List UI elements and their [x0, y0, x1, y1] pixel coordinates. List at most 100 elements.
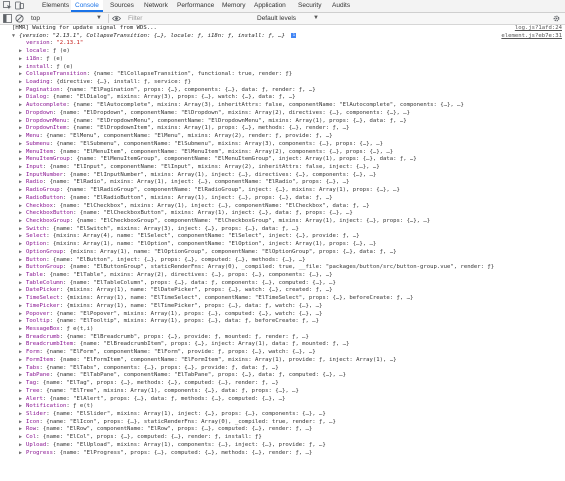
object-property-row[interactable]: ▶ RadioButton: {name: "ElRadioButton", mi…	[0, 195, 565, 203]
collapsed-triangle-icon[interactable]: ▶	[19, 372, 26, 380]
object-property-row[interactable]: ▶ Submenu: {name: "ElSubmenu", componentN…	[0, 141, 565, 149]
collapsed-triangle-icon[interactable]: ▶	[19, 442, 26, 450]
object-property-row[interactable]: ▶ Pagination: {name: "ElPagination", prop…	[0, 87, 565, 95]
collapsed-triangle-icon[interactable]: ▶	[19, 218, 26, 226]
object-property-row[interactable]: ▶ FormItem: {name: "ElFormItem", componen…	[0, 357, 565, 365]
object-property-row[interactable]: ▶ CheckboxButton: {name: "ElCheckboxButto…	[0, 210, 565, 218]
object-property-row[interactable]: ▶ Breadcrumb: {name: "ElBreadcrumb", prop…	[0, 334, 565, 342]
tab-memory[interactable]: Memory	[218, 0, 249, 12]
collapsed-triangle-icon[interactable]: ▶	[19, 172, 26, 180]
collapsed-triangle-icon[interactable]: ▶	[19, 280, 26, 288]
object-property-row[interactable]: ▶ Icon: {name: "ElIcon", props: {…}, stat…	[0, 419, 565, 427]
object-property-row[interactable]: ▶ Menu: {name: "ElMenu", componentName: "…	[0, 133, 565, 141]
collapsed-triangle-icon[interactable]: ▶	[19, 287, 26, 295]
collapsed-triangle-icon[interactable]: ▶	[19, 411, 26, 419]
object-property-row[interactable]: ▶ Popover: {name: "ElPopover", mixins: Ar…	[0, 311, 565, 319]
context-selector[interactable]: top ▼	[28, 14, 106, 23]
tab-elements[interactable]: Elements	[38, 0, 73, 12]
object-property-row[interactable]: ▶ Button: {name: "ElButton", inject: {…},…	[0, 257, 565, 265]
collapsed-triangle-icon[interactable]: ▶	[19, 303, 26, 311]
object-property-row[interactable]: ▶ Slider: {name: "ElSlider", mixins: Arra…	[0, 411, 565, 419]
tab-application[interactable]: Application	[250, 0, 290, 12]
collapsed-triangle-icon[interactable]: ▶	[19, 388, 26, 396]
log-levels-dropdown[interactable]: Default levels ▼	[257, 14, 319, 23]
collapsed-triangle-icon[interactable]: ▶	[19, 311, 26, 319]
object-property-row[interactable]: ▶ OptionGroup: {mixins: Array(1), name: "…	[0, 249, 565, 257]
device-toolbar-icon[interactable]	[15, 1, 24, 10]
collapsed-triangle-icon[interactable]: ▶	[19, 156, 26, 164]
collapsed-triangle-icon[interactable]: ▶	[19, 295, 26, 303]
object-property-row[interactable]: ▶ DropdownItem: {name: "ElDropdownItem", …	[0, 125, 565, 133]
object-property-row[interactable]: ▶ Tag: {name: "ElTag", props: {…}, method…	[0, 380, 565, 388]
object-property-row[interactable]: ▶ Table: {name: "ElTable", mixins: Array(…	[0, 272, 565, 280]
object-property-row[interactable]: ▶ TimePicker: {mixins: Array(1), name: "E…	[0, 303, 565, 311]
object-property-row[interactable]: ▶ Form: {name: "ElForm", componentName: "…	[0, 349, 565, 357]
collapsed-triangle-icon[interactable]: ▶	[19, 195, 26, 203]
collapsed-triangle-icon[interactable]: ▶	[19, 249, 26, 257]
object-property-row[interactable]: ▶ Switch: {name: "ElSwitch", mixins: Arra…	[0, 226, 565, 234]
clear-console-icon[interactable]	[15, 14, 24, 23]
object-property-row[interactable]: ▶ Tree: {name: "ElTree", mixins: Array(1)…	[0, 388, 565, 396]
object-property-row[interactable]: ▶ Col: {name: "ElCol", props: {…}, comput…	[0, 434, 565, 442]
object-property-row[interactable]: ▶ MessageBox: ƒ e(t,i)	[0, 326, 565, 334]
object-property-row[interactable]: ▶ Alert: {name: "ElAlert", props: {…}, da…	[0, 396, 565, 404]
object-property-row[interactable]: ▶ Input: {name: "ElInput", componentName:…	[0, 164, 565, 172]
object-property-row[interactable]: ▶ Row: {name: "ElRow", componentName: "El…	[0, 426, 565, 434]
collapsed-triangle-icon[interactable]: ▶	[19, 187, 26, 195]
object-property-row[interactable]: ▶ TabPane: {name: "ElTabPane", componentN…	[0, 372, 565, 380]
collapsed-triangle-icon[interactable]: ▶	[19, 396, 26, 404]
collapsed-triangle-icon[interactable]: ▶	[19, 326, 26, 334]
collapsed-triangle-icon[interactable]: ▶	[19, 241, 26, 249]
collapsed-triangle-icon[interactable]: ▶	[19, 87, 26, 95]
collapsed-triangle-icon[interactable]: ▶	[19, 334, 26, 342]
collapsed-triangle-icon[interactable]: ▶	[19, 226, 26, 234]
tab-network[interactable]: Network	[140, 0, 172, 12]
collapsed-triangle-icon[interactable]: ▶	[19, 365, 26, 373]
object-property-row[interactable]: ▶ Progress: {name: "ElProgress", props: {…	[0, 450, 565, 458]
collapsed-triangle-icon[interactable]: ▶	[19, 203, 26, 211]
object-property-row[interactable]: ▶ RadioGroup: {name: "ElRadioGroup", comp…	[0, 187, 565, 195]
object-property-row[interactable]: ▶ CollapseTransition: {name: "ElCollapseT…	[0, 71, 565, 79]
collapsed-triangle-icon[interactable]: ▶	[19, 403, 26, 411]
object-property-row[interactable]: ▶ Notification: ƒ e(t)	[0, 403, 565, 411]
object-property-row[interactable]: ▶ BreadcrumbItem: {name: "ElBreadcrumbIte…	[0, 341, 565, 349]
settings-gear-icon[interactable]	[552, 14, 561, 23]
collapsed-triangle-icon[interactable]: ▶	[19, 141, 26, 149]
collapsed-triangle-icon[interactable]: ▶	[19, 264, 26, 272]
object-property-row[interactable]: ▶ MenuItem: {name: "ElMenuItem", componen…	[0, 149, 565, 157]
collapsed-triangle-icon[interactable]: ▶	[19, 380, 26, 388]
object-property-row[interactable]: ▶ Tooltip: {name: "ElTooltip", mixins: Ar…	[0, 318, 565, 326]
console-sidebar-icon[interactable]	[3, 14, 12, 23]
collapsed-triangle-icon[interactable]: ▶	[19, 149, 26, 157]
object-property-row[interactable]: ▶ Radio: {name: "ElRadio", mixins: Array(…	[0, 179, 565, 187]
object-property-row[interactable]: ▶ i18n: ƒ (e)	[0, 56, 565, 64]
object-property-row[interactable]: ▶ Dialog: {name: "ElDialog", mixins: Arra…	[0, 94, 565, 102]
object-property-row[interactable]: ▶ ButtonGroup: {name: "ElButtonGroup", st…	[0, 264, 565, 272]
tab-sources[interactable]: Sources	[106, 0, 138, 12]
object-property-row[interactable]: ▶ DatePicker: {mixins: Array(1), name: "E…	[0, 287, 565, 295]
object-property-row[interactable]: ▶ Loading: {directive: {…}, install: ƒ, s…	[0, 79, 565, 87]
object-source-link[interactable]: element.js?eb7e:31	[498, 32, 562, 41]
collapsed-triangle-icon[interactable]: ▶	[19, 125, 26, 133]
tab-performance[interactable]: Performance	[173, 0, 218, 12]
tab-security[interactable]: Security	[294, 0, 325, 12]
inspect-element-icon[interactable]	[3, 1, 12, 10]
object-property-row[interactable]: ▶ Checkbox: {name: "ElCheckbox", mixins: …	[0, 203, 565, 211]
live-expression-eye-icon[interactable]	[111, 14, 122, 23]
collapsed-triangle-icon[interactable]: ▶	[19, 233, 26, 241]
collapsed-triangle-icon[interactable]: ▶	[19, 318, 26, 326]
collapsed-triangle-icon[interactable]: ▶	[19, 272, 26, 280]
collapsed-triangle-icon[interactable]: ▶	[19, 110, 26, 118]
object-property-row[interactable]: ▶ CheckboxGroup: {name: "ElCheckboxGroup"…	[0, 218, 565, 226]
collapsed-triangle-icon[interactable]: ▶	[19, 179, 26, 187]
object-property-row[interactable]: ▶ Autocomplete: {name: "ElAutocomplete", …	[0, 102, 565, 110]
filter-input[interactable]	[126, 14, 250, 23]
collapsed-triangle-icon[interactable]: ▶	[19, 79, 26, 87]
object-property-row[interactable]: ▶ DropdownMenu: {name: "ElDropdownMenu", …	[0, 118, 565, 126]
object-property-row[interactable]: ▶ locale: ƒ (e)	[0, 48, 565, 56]
collapsed-triangle-icon[interactable]: ▶	[19, 357, 26, 365]
tab-console[interactable]: Console	[71, 0, 103, 12]
collapsed-triangle-icon[interactable]: ▶	[19, 118, 26, 126]
object-property-row[interactable]: ▶ Dropdown: {name: "ElDropdown", componen…	[0, 110, 565, 118]
collapsed-triangle-icon[interactable]: ▶	[19, 210, 26, 218]
